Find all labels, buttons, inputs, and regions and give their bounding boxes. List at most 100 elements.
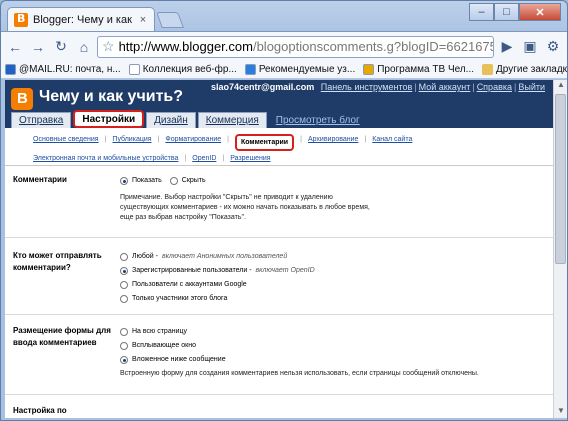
tab-design[interactable]: Дизайн (146, 112, 196, 128)
placement-label: Вложенное ниже сообщение (132, 356, 226, 363)
subnav-link[interactable]: Публикация (112, 134, 151, 151)
url-path: /blogoptionscomments.g?blogID=6621675271… (252, 39, 493, 54)
commenter-label: Только участники этого блога (132, 295, 228, 302)
close-window-button[interactable]: ✕ (519, 3, 561, 21)
address-bar[interactable]: ☆ http://www.blogger.com/blogoptionscomm… (97, 35, 494, 58)
blogger-logo-icon[interactable] (11, 88, 33, 110)
vertical-scrollbar[interactable]: ▲ ▼ (553, 80, 567, 418)
commenter-label: Пользователи с аккаунтами Google (132, 281, 247, 288)
commenter-hint: включает OpenID (255, 267, 315, 274)
browser-toolbar: ← → ↻ ⌂ ☆ http://www.blogger.com/blogopt… (1, 31, 567, 61)
browser-tab[interactable]: Blogger: Чему и как учи... × (7, 7, 155, 31)
bookmark-favicon-icon (363, 64, 375, 75)
wrench-menu-icon[interactable]: ⚙ (543, 37, 563, 57)
subnav-separator: | (104, 136, 107, 143)
blogger-header: Чему и как учить? slao74centr@gmail.com … (5, 80, 553, 128)
back-arrow-icon[interactable]: ← (5, 37, 25, 57)
tab-close-icon[interactable]: × (138, 14, 148, 26)
tab-settings[interactable]: Настройки (73, 110, 145, 128)
minimize-button[interactable]: – (469, 3, 494, 21)
section-label: Комментарии (13, 175, 67, 184)
bookmark-label: Коллекция веб-фр... (142, 64, 237, 75)
who-can-comment-section: Кто может отправлять комментарии? Любой … (5, 238, 553, 315)
user-link[interactable]: Панель инструментов (321, 82, 413, 92)
commenter-radio[interactable] (120, 267, 128, 275)
placement-radio[interactable] (120, 328, 128, 336)
bookmark-favicon-icon (128, 64, 140, 75)
subnav-separator: | (364, 136, 367, 143)
maximize-button[interactable]: □ (494, 3, 519, 21)
commenter-option: Зарегистрированные пользователи - включа… (120, 264, 315, 278)
subnav-separator: | (222, 155, 225, 162)
placement-option: На всю страницу (120, 325, 479, 339)
tab-posting[interactable]: Отправка (11, 112, 72, 128)
show-comments-label: Показать (132, 177, 162, 184)
hide-comments-label: Скрыть (181, 177, 206, 184)
view-blog-link[interactable]: Просмотреть блог (269, 112, 367, 128)
commenter-label: Зарегистрированные пользователи - (132, 267, 252, 274)
commenter-hint: включает Анонимных пользователей (161, 253, 288, 260)
link-separator: | (414, 82, 417, 92)
section-label: Настройка по (13, 406, 67, 415)
other-bookmarks-label: Другие закладки (496, 64, 567, 75)
subnav-separator: | (300, 136, 302, 143)
placement-option: Всплывающее окно (120, 339, 479, 353)
reload-icon[interactable]: ↻ (51, 37, 71, 57)
comment-form-placement-section: Размещение формы для ввода комментариев … (5, 315, 553, 395)
bookmark-item[interactable]: @MAIL.RU: почта, н... (5, 64, 121, 75)
forward-arrow-icon[interactable]: → (28, 37, 48, 57)
scroll-down-icon[interactable]: ▼ (554, 406, 567, 418)
home-icon[interactable]: ⌂ (74, 37, 94, 57)
scroll-up-icon[interactable]: ▲ (554, 80, 567, 92)
settings-subnav: Основные сведения | Публикация | Форматирова… (5, 128, 553, 166)
user-bar: slao74centr@gmail.com Панель инструменто… (211, 82, 545, 92)
subnav-link[interactable]: Электронная почта и мобильные устройства (33, 153, 178, 164)
bookmark-favicon-icon (244, 64, 256, 75)
tab-title: Blogger: Чему и как учи... (33, 13, 133, 26)
commenter-radio[interactable] (120, 295, 128, 303)
section-label: Кто может отправлять комментарии? (13, 251, 102, 272)
new-tab-button[interactable] (156, 12, 184, 28)
user-link[interactable]: Выйти (518, 82, 545, 92)
other-bookmarks[interactable]: Другие закладки (482, 64, 567, 75)
page-menu-icon[interactable]: ▣ (520, 37, 540, 57)
bookmark-item[interactable]: Рекомендуемые уз... (244, 64, 355, 75)
placement-option: Вложенное ниже сообщение (120, 353, 479, 367)
subnav-link[interactable]: Форматирование (165, 134, 221, 151)
scroll-thumb[interactable] (555, 94, 566, 264)
commenter-radio[interactable] (120, 281, 128, 289)
section-label: Размещение формы для ввода комментариев (13, 326, 111, 347)
commenter-radio[interactable] (120, 253, 128, 261)
subnav-separator: | (184, 155, 187, 162)
subnav-link[interactable]: Архивирование (308, 134, 359, 151)
hide-comments-radio[interactable] (169, 177, 178, 185)
user-link[interactable]: Мой аккаунт (419, 82, 471, 92)
subnav-link[interactable]: Канал сайта (372, 134, 412, 151)
url-host: http://www.blogger.com (118, 39, 253, 54)
commenter-option: Пользователи с аккаунтами Google (120, 278, 315, 292)
bookmark-star-icon[interactable]: ☆ (102, 38, 115, 55)
placement-radio[interactable] (120, 342, 128, 350)
subnav-link[interactable]: Основные сведения (33, 134, 99, 151)
tab-monetize[interactable]: Коммерция (197, 112, 267, 128)
bookmark-favicon-icon (5, 64, 16, 75)
blogger-favicon-icon (14, 12, 28, 27)
placement-radio[interactable] (120, 356, 128, 364)
bookmark-item[interactable]: Коллекция веб-фр... (128, 64, 237, 75)
commenter-option: Любой - включает Анонимных пользователей (120, 250, 315, 264)
go-arrow-icon[interactable]: ▶ (497, 37, 517, 57)
window-controls: – □ ✕ (469, 3, 561, 21)
subnav-comments-active[interactable]: Комментарии (234, 134, 295, 151)
placement-label: На всю страницу (132, 328, 188, 335)
commenter-option: Только участники этого блога (120, 292, 315, 306)
subnav-row-2: Электронная почта и мобильные устройства… (33, 153, 529, 164)
bookmark-label: Программа ТВ Чел... (377, 64, 475, 75)
user-links: Панель инструментов | Мой аккаунт | Справка |… (321, 82, 545, 92)
bookmark-item[interactable]: Программа ТВ Чел... (363, 64, 474, 75)
subnav-link[interactable]: Разрешения (230, 153, 270, 164)
page-viewport: Чему и как учить? slao74centr@gmail.com … (5, 80, 553, 418)
tab-strip: Blogger: Чему и как учи... × – □ ✕ (1, 1, 567, 31)
show-comments-radio[interactable] (120, 177, 128, 185)
user-link[interactable]: Справка (477, 82, 512, 92)
subnav-link[interactable]: OpenID (192, 153, 216, 164)
